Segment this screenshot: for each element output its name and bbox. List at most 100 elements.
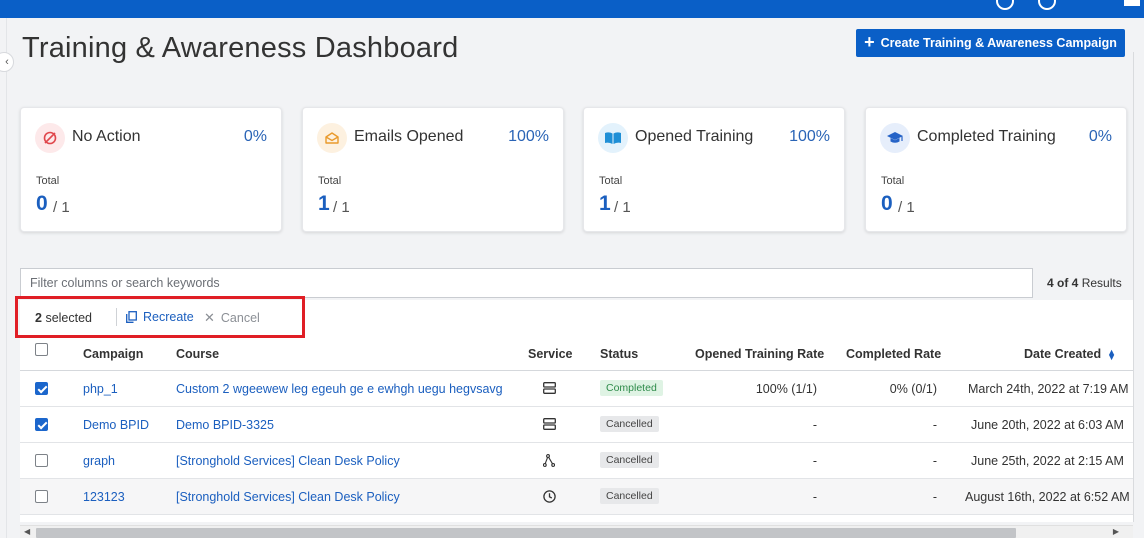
campaign-link[interactable]: php_1 — [83, 382, 118, 396]
course-link[interactable]: [Stronghold Services] Clean Desk Policy — [176, 490, 400, 504]
card-percent: 100% — [508, 128, 549, 145]
campaign-link[interactable]: 123123 — [83, 490, 125, 504]
date-created-value: March 24th, 2022 at 7:19 AM — [968, 382, 1129, 396]
menu-icon[interactable] — [1124, 0, 1140, 6]
selection-count: 2 selected — [35, 311, 92, 325]
top-navigation-bar — [0, 0, 1144, 18]
course-link[interactable]: [Stronghold Services] Clean Desk Policy — [176, 454, 400, 468]
search-input[interactable] — [20, 268, 1033, 298]
cancel-button[interactable]: ✕ Cancel — [204, 310, 260, 326]
card-percent: 0% — [243, 128, 267, 145]
campaigns-table: 2 selected Recreate ✕ Cancel Campaign Co… — [20, 300, 1133, 522]
server-icon — [541, 416, 557, 432]
card-total-of: / 1 — [898, 199, 915, 216]
results-label: Results — [1081, 276, 1122, 290]
selection-bar: 2 selected Recreate ✕ Cancel — [20, 300, 1133, 334]
card-total-value: 1 — [318, 192, 330, 215]
status-badge: Completed — [600, 380, 663, 396]
completed-rate-value: - — [932, 490, 937, 504]
server-icon — [541, 380, 557, 396]
card-total-of: / 1 — [333, 199, 350, 216]
status-badge: Cancelled — [600, 452, 659, 468]
table-row[interactable]: Demo BPID Demo BPID-3325 Cancelled - - J… — [20, 407, 1133, 443]
row-checkbox[interactable] — [35, 382, 48, 395]
opened-rate-value: 100% (1/1) — [755, 382, 817, 396]
plus-icon: + — [864, 32, 875, 52]
course-link[interactable]: Custom 2 wgeewew leg egeuh ge e ewhgh ue… — [176, 382, 503, 396]
stat-card-no-action: No Action 0% Total 0 / 1 — [20, 107, 282, 232]
status-badge: Cancelled — [600, 488, 659, 504]
table-header: Campaign Course Service Status Opened Tr… — [20, 334, 1133, 371]
selection-separator — [116, 308, 117, 326]
header-service[interactable]: Service — [528, 347, 572, 361]
completed-rate-value: - — [932, 454, 937, 468]
table-row[interactable]: php_1 Custom 2 wgeewew leg egeuh ge e ew… — [20, 371, 1133, 407]
opened-rate-value: - — [812, 418, 817, 432]
card-percent: 0% — [1088, 128, 1112, 145]
header-opened-rate[interactable]: Opened Training Rate — [695, 347, 824, 361]
table-row[interactable]: graph [Stronghold Services] Clean Desk P… — [20, 443, 1133, 479]
card-title: Emails Opened — [354, 128, 464, 145]
content-divider — [1133, 52, 1134, 522]
help-icon[interactable] — [996, 0, 1014, 10]
chevron-left-icon: ‹ — [5, 56, 9, 68]
card-total-label: Total — [599, 175, 623, 187]
clock-icon — [541, 488, 557, 504]
copy-icon — [126, 311, 137, 323]
header-course[interactable]: Course — [176, 347, 219, 361]
graph-icon — [541, 452, 557, 468]
campaign-link[interactable]: Demo BPID — [83, 418, 149, 432]
header-campaign[interactable]: Campaign — [83, 347, 143, 361]
cancel-label: Cancel — [220, 311, 260, 325]
card-title: Completed Training — [917, 128, 1056, 145]
horizontal-scrollbar[interactable]: ◀ ▶ — [20, 525, 1133, 538]
course-link[interactable]: Demo BPID-3325 — [176, 418, 274, 432]
results-count: 4 of 4 Results — [1047, 276, 1122, 290]
graduation-cap-icon — [880, 123, 910, 153]
status-badge: Cancelled — [600, 416, 659, 432]
card-total-value: 0 — [881, 192, 893, 215]
header-date-created-label: Date Created — [1024, 347, 1102, 361]
row-checkbox[interactable] — [35, 454, 48, 467]
header-completed-rate[interactable]: Completed Rate — [846, 347, 941, 361]
opened-rate-value: - — [812, 454, 817, 468]
card-title: Opened Training — [635, 128, 754, 145]
card-total-of: / 1 — [614, 199, 631, 216]
card-total-label: Total — [881, 175, 905, 187]
book-open-icon — [598, 123, 628, 153]
results-number: 4 of 4 — [1047, 276, 1079, 290]
header-status[interactable]: Status — [600, 347, 638, 361]
card-total-value: 1 — [599, 192, 611, 215]
envelope-open-icon — [317, 123, 347, 153]
select-all-checkbox[interactable] — [35, 343, 48, 356]
card-total-of: / 1 — [53, 199, 70, 216]
stat-card-completed-training: Completed Training 0% Total 0 / 1 — [865, 107, 1127, 232]
completed-rate-value: 0% (0/1) — [889, 382, 937, 396]
selection-number: 2 — [35, 311, 42, 325]
campaign-link[interactable]: graph — [83, 454, 115, 468]
completed-rate-value: - — [932, 418, 937, 432]
row-checkbox[interactable] — [35, 418, 48, 431]
row-checkbox[interactable] — [35, 490, 48, 503]
card-total-label: Total — [318, 175, 342, 187]
header-date-created[interactable]: Date Created ▲ ▼ — [1024, 347, 1116, 361]
card-total-label: Total — [36, 175, 60, 187]
card-percent: 100% — [789, 128, 830, 145]
user-icon[interactable] — [1038, 0, 1056, 10]
table-row[interactable]: 123123 [Stronghold Services] Clean Desk … — [20, 479, 1133, 515]
scrollbar-thumb[interactable] — [36, 528, 1016, 538]
sort-icon: ▲ ▼ — [1107, 346, 1117, 362]
date-created-value: June 25th, 2022 at 2:15 AM — [971, 454, 1124, 468]
close-icon: ✕ — [204, 310, 215, 325]
opened-rate-value: - — [812, 490, 817, 504]
scroll-left-icon[interactable]: ◀ — [24, 527, 30, 536]
card-title: No Action — [72, 128, 141, 145]
no-action-icon — [35, 123, 65, 153]
recreate-label: Recreate — [143, 310, 194, 324]
scroll-right-icon[interactable]: ▶ — [1113, 527, 1119, 536]
create-campaign-button[interactable]: + Create Training & Awareness Campaign — [856, 29, 1125, 57]
page-title: Training & Awareness Dashboard — [22, 32, 459, 64]
date-created-value: June 20th, 2022 at 6:03 AM — [971, 418, 1124, 432]
recreate-button[interactable]: Recreate — [126, 310, 194, 324]
card-total-value: 0 — [36, 192, 48, 215]
